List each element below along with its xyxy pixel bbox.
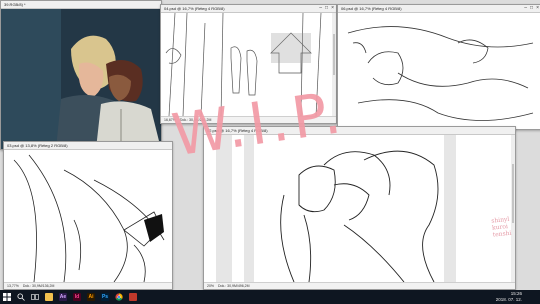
artwork-canvas[interactable] bbox=[338, 13, 540, 129]
indesign-icon[interactable]: Id bbox=[70, 290, 84, 304]
horse-sketch bbox=[13, 154, 165, 282]
search-icon[interactable] bbox=[14, 290, 28, 304]
window-title: 04.psd @ 16,7% (Réteg 4 RGB/8) bbox=[161, 5, 336, 13]
artist-signature: shinyl kuroi tenshi bbox=[490, 215, 512, 239]
window-title: 06.psd @ 16,7% (Réteg 4 RGB/8) bbox=[338, 5, 540, 13]
window-title: 39.RGB/8) * bbox=[1, 1, 161, 9]
windows-start-icon[interactable] bbox=[0, 290, 14, 304]
illustrator-icon[interactable]: Ai bbox=[84, 290, 98, 304]
zoom-level[interactable]: 13,77% bbox=[7, 284, 19, 288]
couple-illustration bbox=[1, 9, 161, 149]
maximize-icon[interactable]: □ bbox=[530, 5, 533, 12]
document-window-06[interactable]: 06.psd @ 16,7% (Réteg 4 RGB/8) – □ × bbox=[337, 4, 540, 130]
close-icon[interactable]: × bbox=[536, 5, 539, 12]
window-controls: – □ × bbox=[319, 5, 334, 12]
photoshop-icon[interactable]: Ps bbox=[98, 290, 112, 304]
taskbar: Ae Id Ai Ps 15:26 2018. 07. 12. bbox=[0, 290, 540, 304]
clock-date: 2018. 07. 12. bbox=[495, 297, 522, 302]
chrome-icon[interactable] bbox=[112, 290, 126, 304]
app-icon[interactable] bbox=[126, 290, 140, 304]
system-clock[interactable]: 15:26 2018. 07. 12. bbox=[496, 291, 522, 303]
minimize-icon[interactable]: – bbox=[524, 5, 527, 12]
zoom-level[interactable]: 20% bbox=[207, 284, 214, 288]
document-window-03[interactable]: 03.psd @ 13,8% (Réteg 2 RGB/8) 13,77% Do… bbox=[3, 141, 173, 290]
window-controls: – □ × bbox=[524, 5, 539, 12]
document-window-39[interactable]: 39.RGB/8) * bbox=[0, 0, 162, 150]
minimize-icon[interactable]: – bbox=[319, 5, 322, 12]
document-size: Dok.: 30,9M/136,2M bbox=[22, 284, 55, 288]
status-bar: 13,77% Dok.: 30,9M/136,2M bbox=[4, 282, 172, 289]
after-effects-icon[interactable]: Ae bbox=[56, 290, 70, 304]
close-icon[interactable]: × bbox=[331, 5, 334, 12]
document-size: Dok.: 30,9M/496,2M bbox=[218, 284, 250, 288]
task-view-icon[interactable] bbox=[28, 290, 42, 304]
maximize-icon[interactable]: □ bbox=[325, 5, 328, 12]
file-explorer-icon[interactable] bbox=[42, 290, 56, 304]
sleeping-figure-sketch bbox=[347, 26, 534, 121]
status-bar: 20% Dok.: 30,9M/496,2M bbox=[204, 282, 515, 289]
window-title: 03.psd @ 13,8% (Réteg 2 RGB/8) bbox=[4, 142, 172, 150]
artwork-canvas[interactable] bbox=[1, 9, 161, 149]
artwork-canvas[interactable] bbox=[4, 150, 172, 282]
vertical-scrollbar[interactable] bbox=[511, 135, 515, 282]
